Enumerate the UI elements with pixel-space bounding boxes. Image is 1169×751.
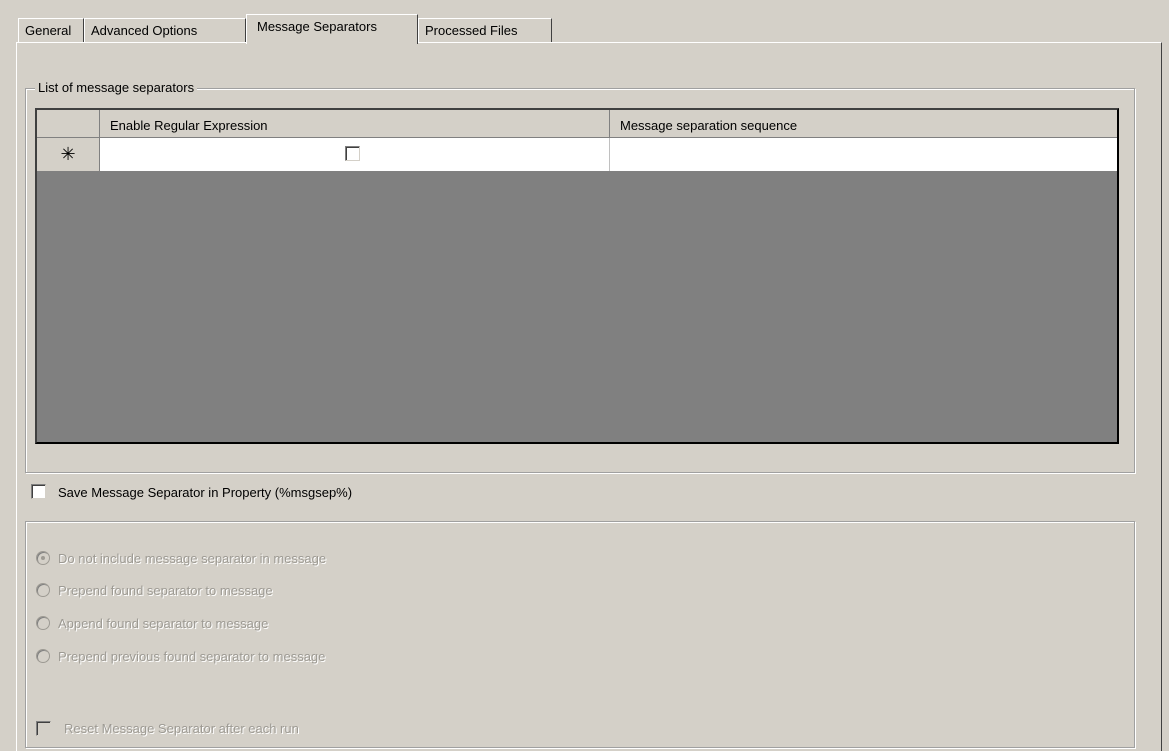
- message-separators-page: General Advanced Options Message Separat…: [0, 0, 1169, 751]
- enable-regex-cell[interactable]: [100, 138, 610, 171]
- new-row-asterisk-icon: ✳: [60, 144, 76, 164]
- radio-do-not-include-label: Do not include message separator in mess…: [58, 551, 327, 566]
- tab-advanced-options[interactable]: Advanced Options: [84, 18, 246, 42]
- separators-grid[interactable]: Enable Regular Expression Message separa…: [35, 108, 1119, 444]
- column-header-label: Message separation sequence: [620, 118, 798, 133]
- tab-general[interactable]: General: [18, 18, 84, 42]
- radio-append-found[interactable]: [36, 616, 50, 630]
- tab-label: General: [25, 23, 72, 38]
- radio-do-not-include[interactable]: [36, 551, 50, 565]
- tab-label: Message Separators: [257, 19, 377, 34]
- new-row: ✳: [37, 138, 1117, 171]
- reset-separator-label: Reset Message Separator after each run: [64, 721, 299, 736]
- column-header-enable-regex[interactable]: Enable Regular Expression: [100, 110, 610, 138]
- radio-prepend-found-label: Prepend found separator to message: [58, 583, 273, 598]
- reset-separator-checkbox[interactable]: [36, 721, 51, 736]
- radio-prepend-found[interactable]: [36, 583, 50, 597]
- column-header-label: Enable Regular Expression: [110, 118, 268, 133]
- tab-message-separators[interactable]: Message Separators: [246, 14, 418, 44]
- enable-regex-checkbox[interactable]: [345, 146, 360, 161]
- column-header-sequence[interactable]: Message separation sequence: [610, 110, 1117, 138]
- tab-processed-files[interactable]: Processed Files: [418, 18, 552, 42]
- radio-selected-dot: [41, 556, 45, 560]
- grid-corner-cell: [37, 110, 100, 138]
- tab-label: Processed Files: [425, 23, 518, 38]
- separators-groupbox-title: List of message separators: [35, 80, 198, 96]
- save-separator-checkbox[interactable]: [31, 484, 46, 499]
- sequence-cell[interactable]: [610, 138, 1117, 171]
- radio-prepend-previous[interactable]: [36, 649, 50, 663]
- grid-header: Enable Regular Expression Message separa…: [37, 110, 1117, 138]
- row-header[interactable]: ✳: [37, 138, 100, 171]
- radio-append-found-label: Append found separator to message: [58, 616, 269, 631]
- radio-prepend-previous-label: Prepend previous found separator to mess…: [58, 649, 326, 664]
- save-separator-label: Save Message Separator in Property (%msg…: [58, 485, 353, 500]
- tab-label: Advanced Options: [91, 23, 198, 38]
- tab-strip: General Advanced Options Message Separat…: [0, 0, 1169, 44]
